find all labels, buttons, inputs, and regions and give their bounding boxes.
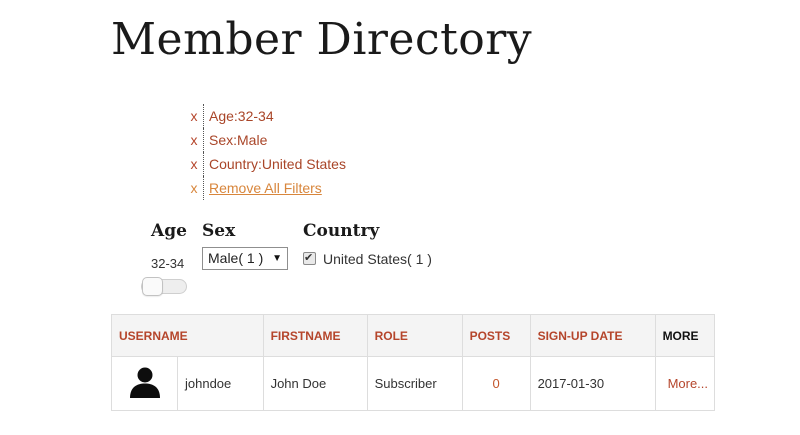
avatar: [111, 356, 178, 411]
filter-label-sex: Sex:Male: [209, 132, 268, 148]
sex-select[interactable]: Male( 1 ) ▼: [202, 247, 288, 270]
column-header-firstname[interactable]: FIRSTNAME: [262, 314, 368, 357]
role-cell: Subscriber: [366, 356, 463, 411]
table-header-row: USERNAME FIRSTNAME ROLE POSTS SIGN-UP DA…: [111, 314, 716, 357]
age-slider-handle[interactable]: [142, 277, 163, 296]
checkmark-icon: ✔: [304, 252, 314, 264]
filter-label-age: Age:32-34: [209, 108, 274, 124]
dropdown-arrow-icon: ▼: [272, 253, 282, 264]
posts-count-link[interactable]: 0: [461, 356, 531, 411]
remove-all-filters: x Remove All Filters: [186, 176, 386, 200]
remove-filter-country-icon[interactable]: x: [186, 152, 202, 176]
firstname-cell: John Doe: [262, 356, 368, 411]
active-filter-country: x Country:United States: [186, 152, 386, 176]
country-option-united-states: ✔ United States( 1 ): [303, 249, 432, 269]
table-row: johndoe John Doe Subscriber 0 2017-01-30…: [111, 356, 716, 411]
column-header-posts[interactable]: POSTS: [461, 314, 531, 357]
remove-filter-sex-icon[interactable]: x: [186, 128, 202, 152]
signup-date-cell: 2017-01-30: [529, 356, 656, 411]
column-header-role[interactable]: ROLE: [366, 314, 463, 357]
age-range-value: 32-34: [151, 256, 185, 271]
page-title: Member Directory: [111, 14, 533, 65]
more-link[interactable]: More...: [654, 356, 716, 411]
username-cell: johndoe: [177, 356, 264, 411]
filter-label-country: Country:United States: [209, 156, 346, 172]
column-header-more: MORE: [654, 314, 716, 357]
active-filter-age: x Age:32-34: [186, 104, 386, 128]
sex-select-value: Male( 1 ): [208, 250, 264, 266]
country-option-label: United States( 1 ): [323, 251, 432, 267]
column-header-signup-date[interactable]: SIGN-UP DATE: [529, 314, 656, 357]
filter-divider: [203, 176, 205, 200]
filter-divider: [203, 104, 205, 128]
country-facet-heading: Country: [303, 221, 380, 241]
active-filters: x Age:32-34 x Sex:Male x Country:United …: [186, 104, 386, 200]
user-silhouette-icon: [129, 367, 160, 398]
remove-all-icon[interactable]: x: [186, 176, 202, 200]
remove-filter-age-icon[interactable]: x: [186, 104, 202, 128]
active-filter-sex: x Sex:Male: [186, 128, 386, 152]
filter-divider: [203, 128, 205, 152]
members-table: USERNAME FIRSTNAME ROLE POSTS SIGN-UP DA…: [111, 314, 716, 411]
column-header-username[interactable]: USERNAME: [111, 314, 264, 357]
country-checkbox[interactable]: ✔: [303, 252, 316, 265]
filter-divider: [203, 152, 205, 176]
age-facet-heading: Age: [151, 221, 187, 241]
remove-all-filters-link[interactable]: Remove All Filters: [209, 176, 322, 200]
sex-facet-heading: Sex: [202, 221, 236, 241]
